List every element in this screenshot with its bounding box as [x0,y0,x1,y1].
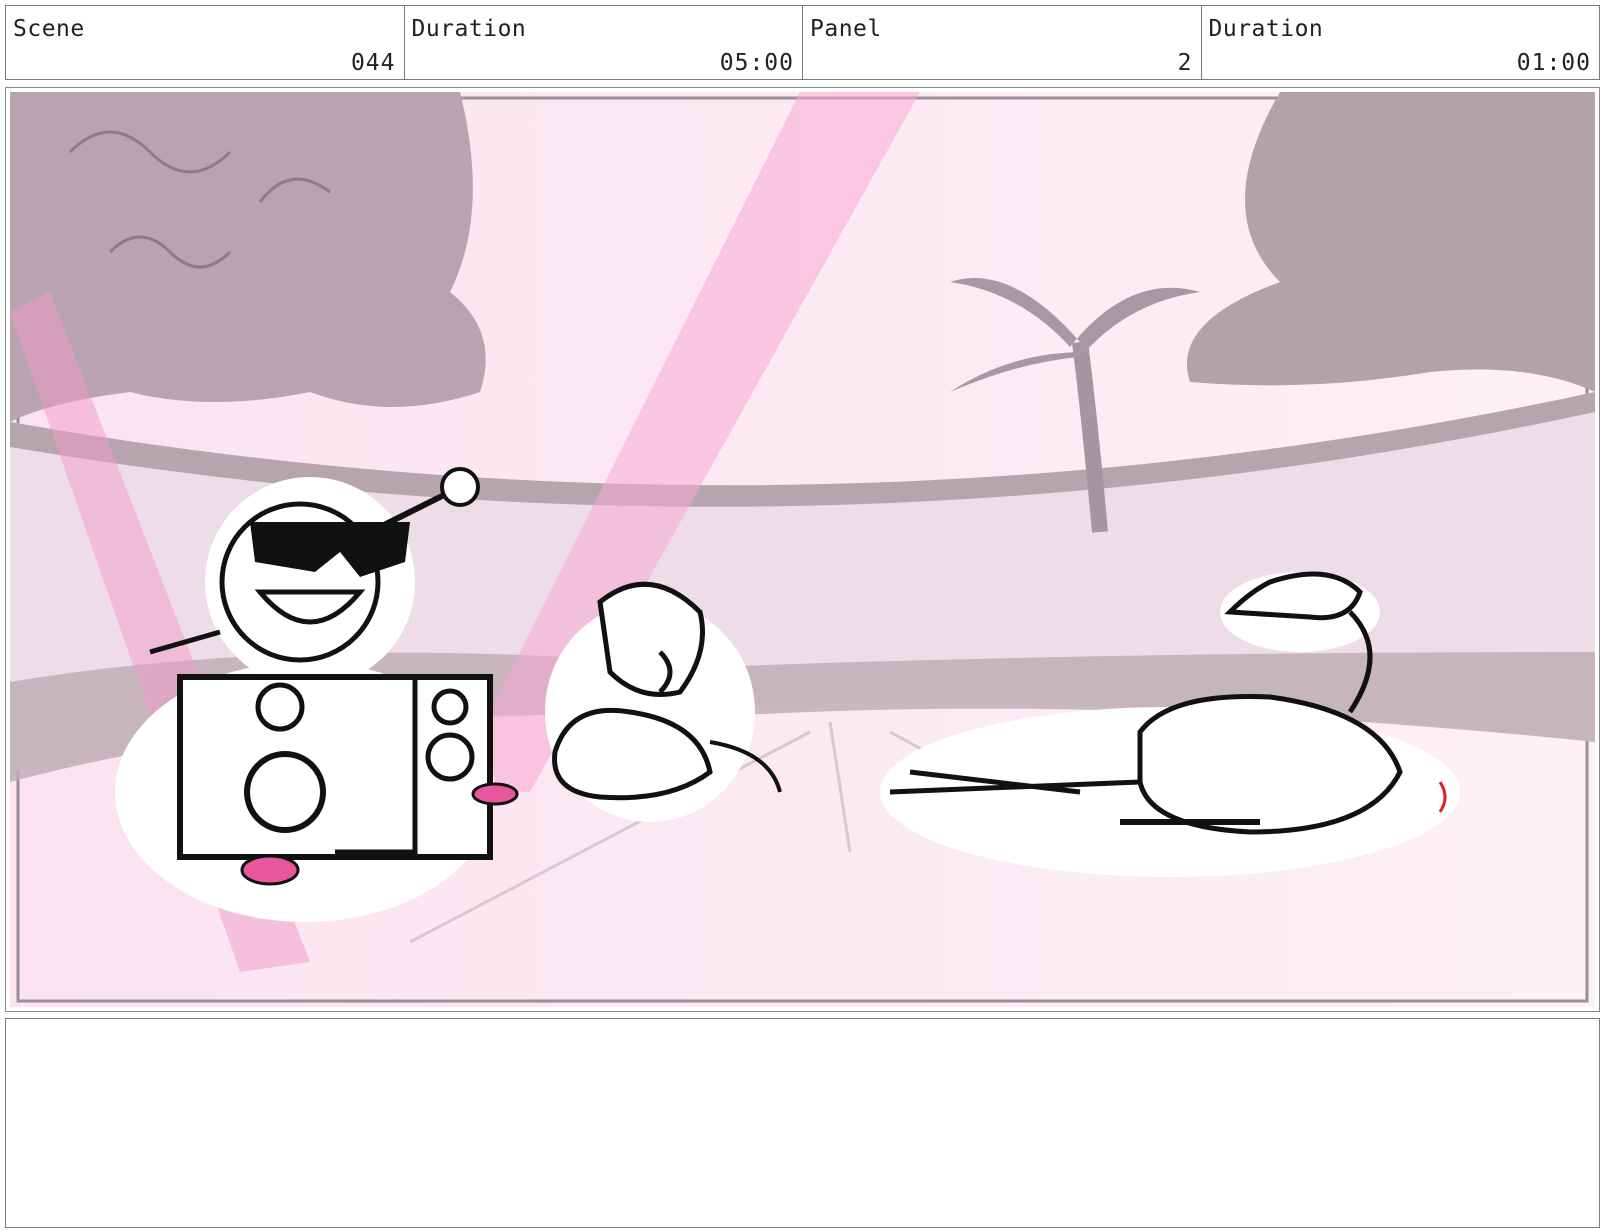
scene-number: 044 [350,50,396,76]
panel-notes-area [5,1018,1600,1228]
scene-label: Scene [13,16,85,42]
storyboard-header: Scene 044 Duration 05:00 Panel 2 Duratio… [5,5,1600,80]
panel-duration-cell: Duration 01:00 [1202,6,1600,79]
panel-cell: Panel 2 [803,6,1202,79]
parrot-head [597,581,705,697]
kid-fist [440,467,480,507]
panel-label: Panel [810,16,882,42]
scene-duration-label: Duration [411,16,527,42]
scene-duration-cell: Duration 05:00 [405,6,803,79]
scene-cell: Scene 044 [6,6,405,79]
panel-sketch [10,92,1595,1007]
panel-duration-label: Duration [1208,16,1324,42]
pink-button-right [471,782,519,806]
boombox [177,674,493,860]
panel-duration-value: 01:00 [1516,50,1591,76]
panel-number: 2 [1177,50,1193,76]
storyboard-panel [5,87,1600,1012]
pink-button-left [240,854,300,886]
scene-duration-value: 05:00 [719,50,794,76]
